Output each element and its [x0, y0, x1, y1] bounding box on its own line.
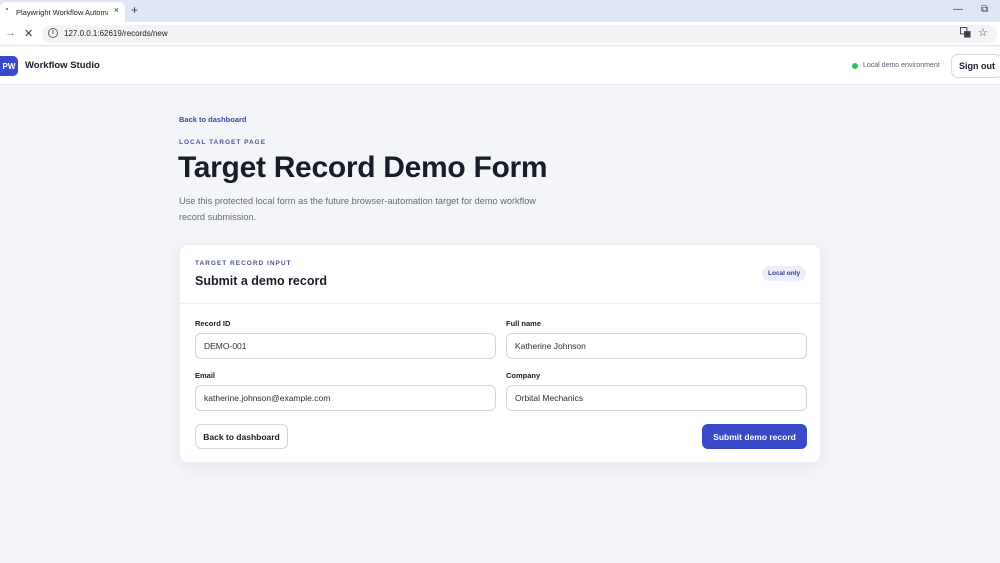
full-name-input[interactable]	[506, 333, 807, 359]
back-to-dashboard-button[interactable]: Back to dashboard	[195, 424, 288, 449]
minimize-icon[interactable]: —	[953, 4, 963, 15]
submit-demo-record-button[interactable]: Submit demo record	[702, 424, 807, 449]
info-icon[interactable]: i	[48, 28, 58, 38]
record-id-label: Record ID	[195, 319, 231, 328]
url-text[interactable]: 127.0.0.1:62619/records/new	[64, 29, 168, 38]
browser-toolbar: → ✕ i 127.0.0.1:62619/records/new ☆	[0, 22, 1000, 46]
email-input[interactable]	[195, 385, 496, 411]
sign-out-button[interactable]: Sign out	[951, 54, 1000, 78]
card-title: Submit a demo record	[195, 274, 327, 288]
page-eyebrow: LOCAL TARGET PAGE	[179, 139, 267, 146]
card-eyebrow: TARGET RECORD INPUT	[195, 260, 292, 267]
new-tab-icon[interactable]: +	[131, 4, 138, 16]
close-icon[interactable]: ×	[114, 5, 119, 15]
page-title: Target Record Demo Form	[178, 151, 548, 184]
brand-name: Workflow Studio	[25, 60, 100, 71]
card-divider	[180, 303, 820, 304]
company-input[interactable]	[506, 385, 807, 411]
stop-icon[interactable]: ✕	[24, 27, 33, 40]
address-bar[interactable]: i 127.0.0.1:62619/records/new ☆	[42, 25, 997, 43]
page-description: Use this protected local form as the fut…	[179, 196, 536, 222]
record-id-input[interactable]	[195, 333, 496, 359]
status-dot-icon	[852, 62, 858, 69]
back-to-dashboard-link[interactable]: Back to dashboard	[179, 115, 247, 124]
browser-tab-bar: Playwright Workflow Automati × + — ⧉	[0, 0, 1000, 22]
app-header: PW Workflow Studio Local demo environmen…	[0, 47, 1000, 85]
restore-icon[interactable]: ⧉	[981, 4, 988, 15]
record-form-card: TARGET RECORD INPUT Submit a demo record…	[179, 244, 821, 463]
tab-title: Playwright Workflow Automati	[16, 7, 108, 17]
email-label: Email	[195, 371, 216, 380]
environment-label: Local demo environment	[863, 62, 940, 69]
star-icon[interactable]: ☆	[978, 26, 988, 39]
environment-status: Local demo environment	[852, 62, 940, 69]
forward-icon[interactable]: →	[5, 27, 16, 39]
full-name-label: Full name	[506, 319, 542, 328]
favicon-icon	[6, 8, 8, 10]
company-label: Company	[506, 371, 541, 380]
translate-icon[interactable]	[960, 27, 971, 38]
local-only-badge: Local only	[762, 266, 807, 281]
browser-tab[interactable]: Playwright Workflow Automati ×	[0, 2, 125, 22]
app-logo: PW	[0, 56, 18, 76]
